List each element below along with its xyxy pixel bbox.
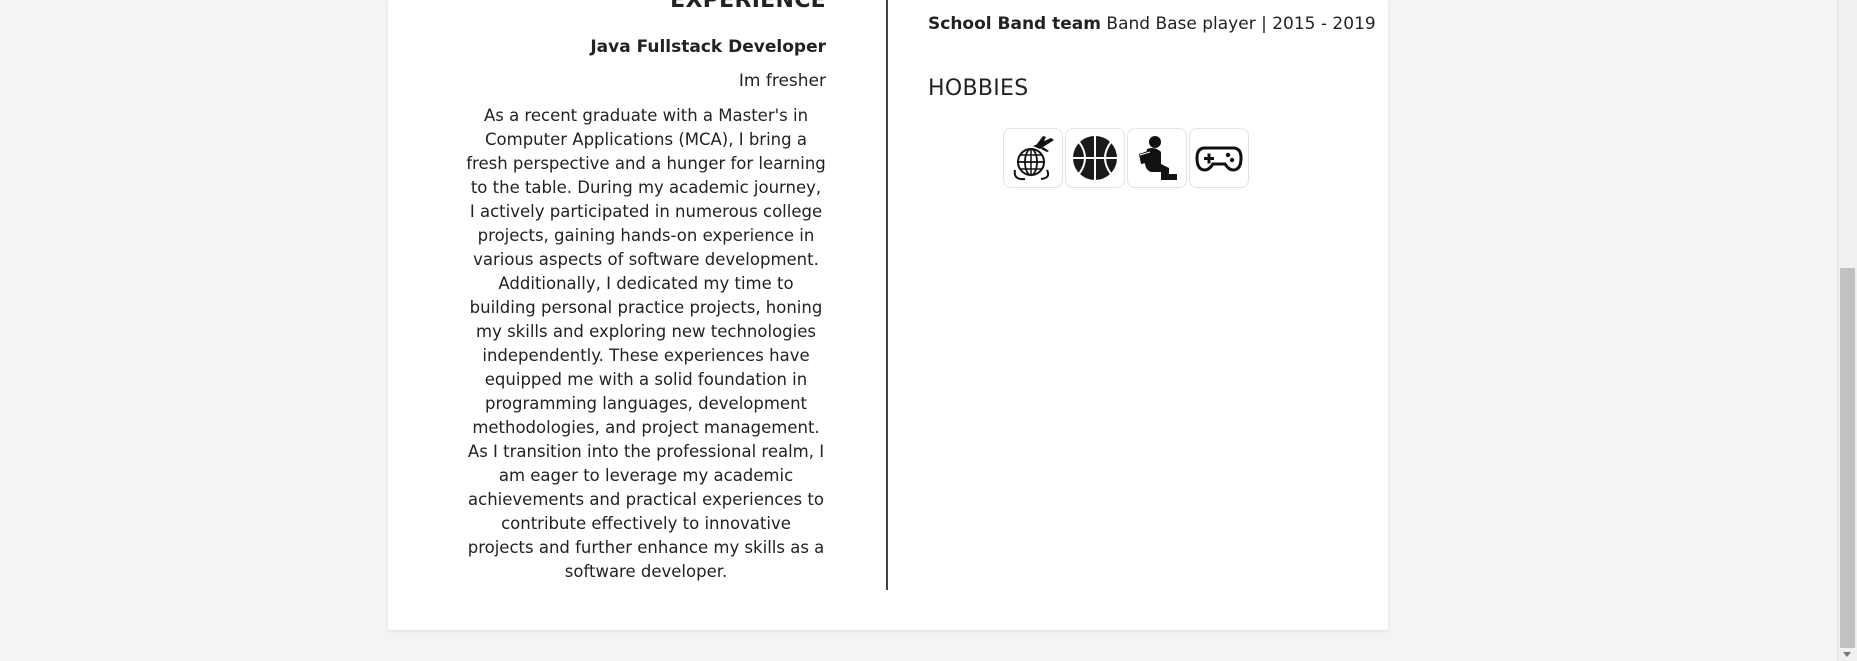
hobby-travel [1003,128,1063,188]
basketball-icon [1073,136,1117,180]
reading-person-icon [1139,136,1177,180]
job-subtitle: Im fresher [738,71,826,91]
hobby-gaming [1189,128,1249,188]
travel-globe-plane-icon [1013,136,1054,181]
experience-heading: EXPERIENCE [670,0,826,13]
hobbies-list [1003,128,1249,188]
hobby-reading [1127,128,1187,188]
scrollbar-thumb[interactable] [1840,268,1855,648]
job-title: Java Fullstack Developer [590,37,826,57]
hobbies-heading: HOBBIES [928,76,1029,101]
column-divider [886,0,888,590]
resume-page: EXPERIENCE Java Fullstack Developer Im f… [388,0,1388,630]
gamepad-icon [1195,146,1243,172]
activity-team-name: School Band team [928,14,1101,34]
activity-item: School Band team Band Base player | 2015… [928,14,1376,34]
vertical-scrollbar[interactable] [1837,0,1857,661]
activity-team-detail: Band Base player | 2015 - 2019 [1106,14,1376,34]
scroll-down-arrow-icon[interactable] [1843,652,1851,657]
hobby-basketball [1065,128,1125,188]
job-description: As a recent graduate with a Master's in … [466,106,826,581]
